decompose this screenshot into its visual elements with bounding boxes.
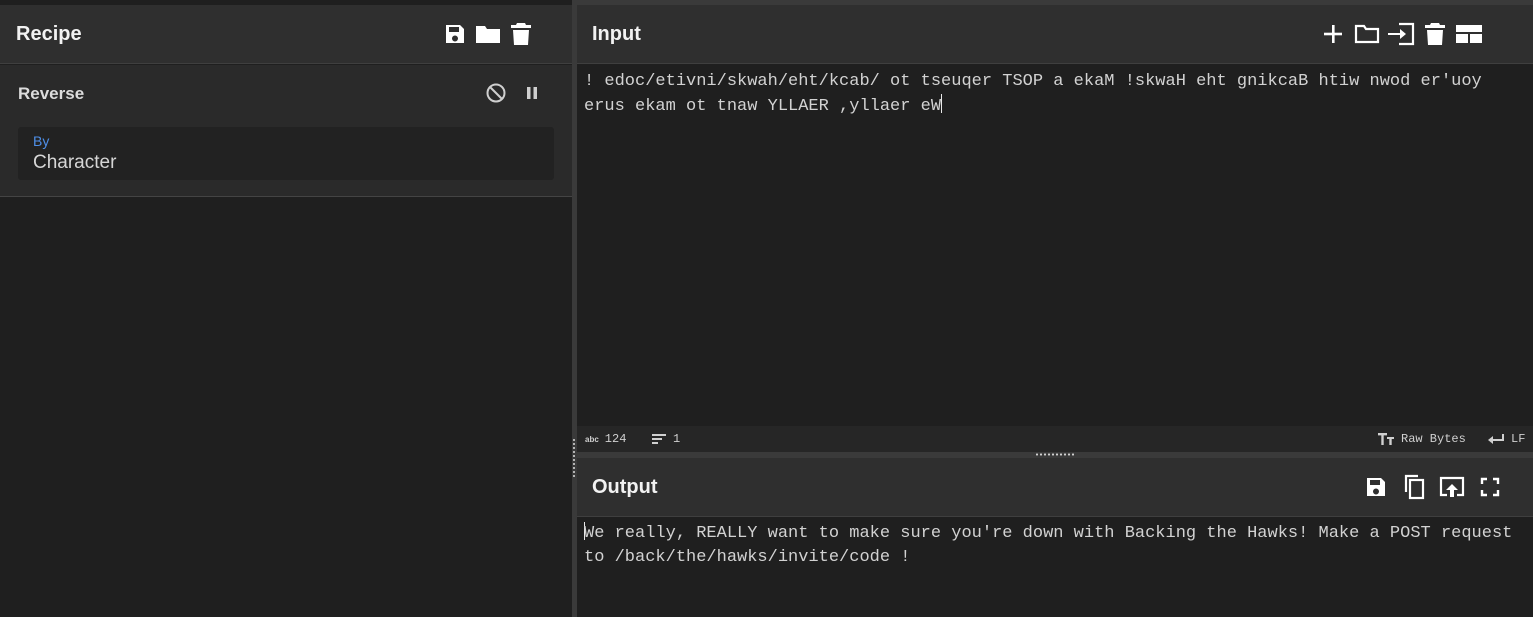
save-icon [1367, 478, 1385, 496]
replace-input-icon [1439, 476, 1465, 497]
output-toolbar [1362, 458, 1504, 516]
output-header: Output [577, 458, 1533, 517]
by-select[interactable]: By Character [18, 127, 554, 180]
cyberchef-app: Recipe Reverse By Character Input ! edoc… [0, 0, 1533, 617]
recipe-header: Recipe [0, 5, 572, 64]
line-count-value: 1 [673, 432, 681, 446]
input-content: ! edoc/etivni/skwah/eht/kcab/ ot tseuqer… [584, 72, 1492, 116]
folder-icon [1354, 24, 1380, 44]
input-status-bar: abc 124 1 Raw Bytes LF [577, 426, 1533, 452]
trash-icon [1425, 23, 1445, 45]
save-output-button[interactable] [1362, 473, 1390, 501]
clear-recipe-button[interactable] [507, 20, 535, 48]
load-recipe-button[interactable] [474, 20, 502, 48]
reset-layout-button[interactable] [1455, 20, 1483, 48]
open-folder-button[interactable] [1353, 20, 1381, 48]
text-format-icon [1378, 433, 1394, 445]
folder-icon [476, 26, 500, 43]
input-header: Input [577, 5, 1533, 64]
add-tab-button[interactable] [1319, 20, 1347, 48]
pause-icon [527, 87, 537, 99]
input-textarea[interactable]: ! edoc/etivni/skwah/eht/kcab/ ot tseuqer… [584, 70, 1524, 119]
operation-controls [482, 79, 546, 107]
recipe-toolbar [441, 5, 535, 63]
char-count-value: 124 [604, 432, 627, 446]
open-file-button[interactable] [1387, 20, 1415, 48]
output-content: We really, REALLY want to make sure you'… [584, 524, 1523, 567]
maximize-output-button[interactable] [1476, 473, 1504, 501]
splitter-grip [573, 438, 575, 478]
eol-value: LF [1511, 432, 1526, 446]
char-count: abc 124 [585, 432, 626, 446]
save-recipe-button[interactable] [441, 20, 469, 48]
import-icon [1388, 22, 1415, 46]
by-value: Character [33, 152, 117, 173]
output-textarea[interactable]: We really, REALLY want to make sure you'… [584, 522, 1524, 570]
copy-icon [1404, 474, 1425, 500]
operation-title: Reverse [18, 84, 85, 103]
input-title: Input [592, 22, 641, 45]
input-toolbar [1319, 5, 1483, 63]
lines-icon [652, 434, 666, 444]
splitter-grip [1035, 453, 1075, 456]
encoding-value: Raw Bytes [1401, 432, 1466, 446]
recipe-title: Recipe [16, 22, 82, 45]
layout-icon [1456, 25, 1482, 43]
trash-icon [511, 23, 531, 45]
abc-icon: abc [585, 434, 599, 444]
vertical-splitter[interactable] [572, 5, 577, 617]
return-icon [1488, 434, 1504, 444]
encoding-selector[interactable]: Raw Bytes [1377, 432, 1466, 446]
disable-operation-button[interactable] [482, 79, 510, 107]
copy-output-button[interactable] [1400, 473, 1428, 501]
line-count: 1 [651, 432, 680, 446]
operation-reverse[interactable]: Reverse By Character [0, 65, 572, 197]
save-icon [446, 25, 464, 43]
output-title: Output [592, 475, 658, 498]
plus-icon [1324, 25, 1342, 43]
clear-input-button[interactable] [1421, 20, 1449, 48]
eol-selector[interactable]: LF [1487, 432, 1525, 446]
breakpoint-button[interactable] [518, 79, 546, 107]
recipe-pane: Recipe Reverse By Character [0, 0, 572, 617]
replace-input-button[interactable] [1438, 473, 1466, 501]
by-label: By [33, 133, 50, 149]
text-cursor [941, 94, 943, 113]
maximize-icon [1480, 477, 1500, 497]
disable-icon [486, 83, 506, 103]
